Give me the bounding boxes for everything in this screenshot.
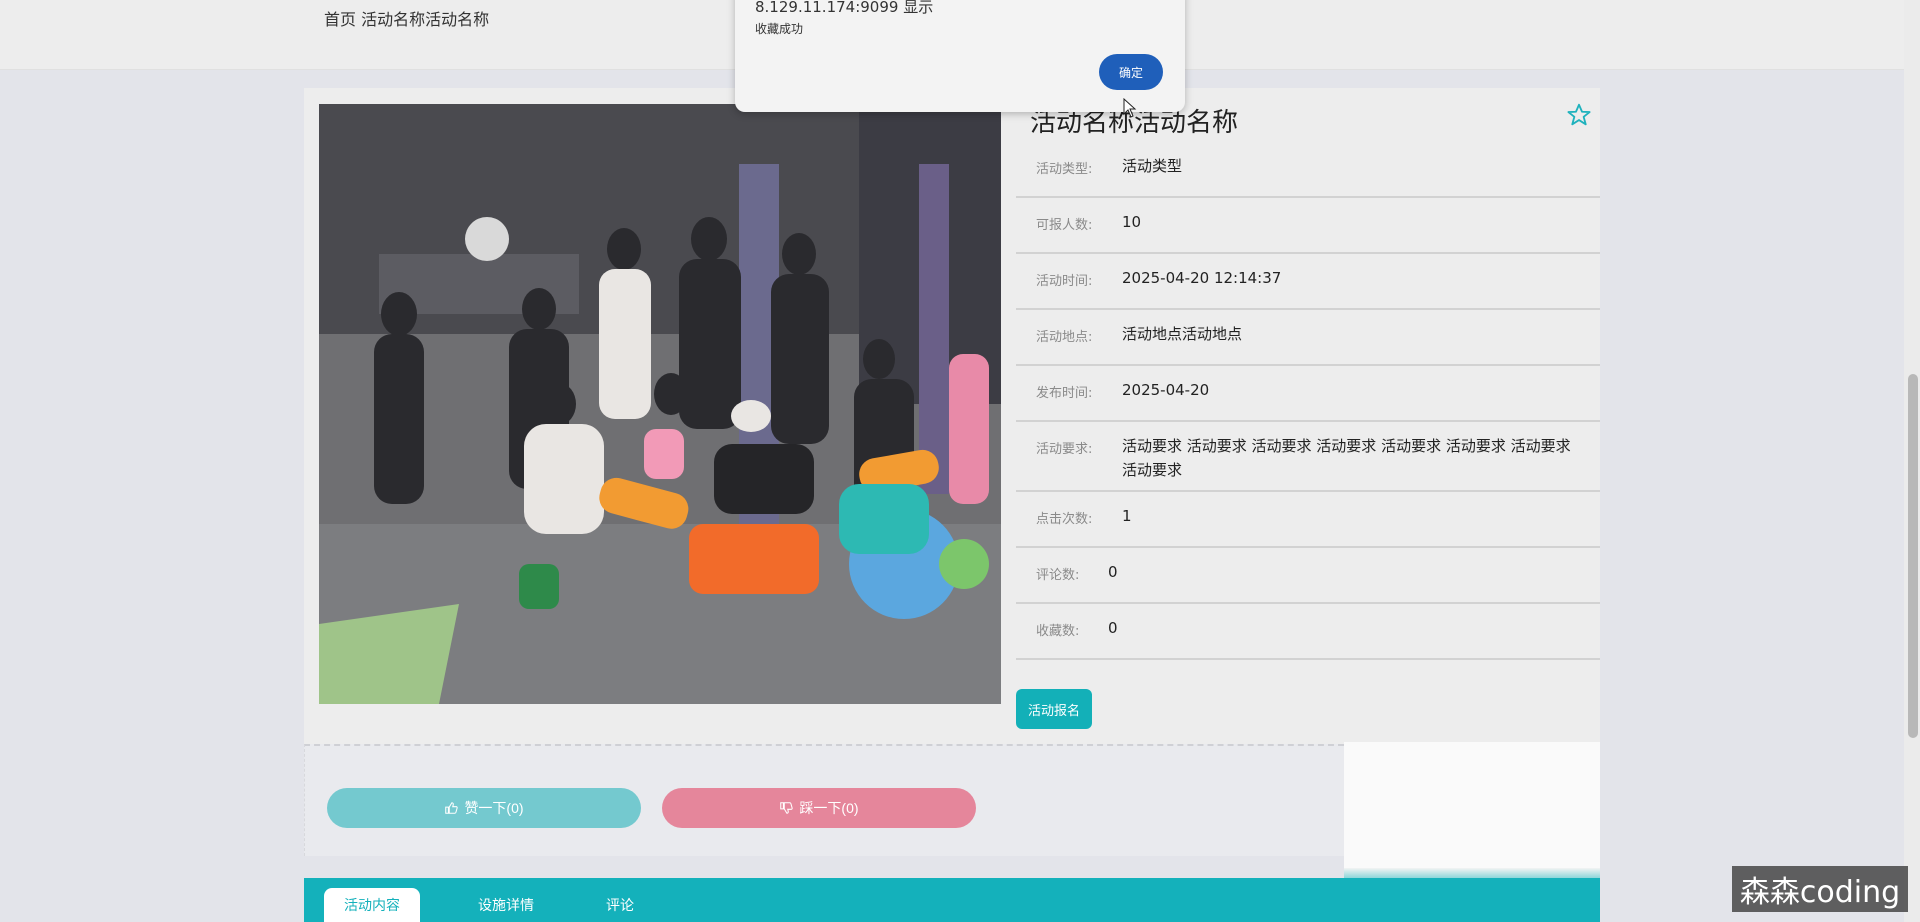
activity-card: 活动名称活动名称 活动类型: 活动类型 可报人数: 10 活动时间: 2025-…: [304, 88, 1600, 744]
field-value: 2025-04-20: [1122, 381, 1210, 399]
alert-dialog: 8.129.11.174:9099 显示 收藏成功 确定: [735, 0, 1185, 112]
field-label: 活动时间:: [1036, 274, 1093, 289]
thumbs-down-icon: [780, 802, 794, 814]
breadcrumb: 首页 活动名称活动名称: [324, 6, 489, 30]
field-click-count: 点击次数: 1: [1016, 492, 1600, 548]
like-button[interactable]: 赞一下(0): [327, 788, 641, 828]
field-value: 2025-04-20 12:14:37: [1122, 269, 1282, 287]
vote-section: 赞一下(0) 踩一下(0): [304, 744, 1344, 856]
field-label: 活动类型:: [1036, 162, 1093, 177]
field-location: 活动地点: 活动地点活动地点: [1016, 310, 1600, 366]
field-label: 活动要求:: [1036, 442, 1093, 457]
field-value: 1: [1122, 507, 1132, 525]
like-label: 赞一下(0): [464, 800, 524, 816]
ok-button[interactable]: 确定: [1099, 54, 1163, 90]
field-value: 10: [1122, 213, 1142, 231]
field-label: 收藏数:: [1036, 624, 1080, 639]
breadcrumb-home[interactable]: 首页: [324, 10, 356, 29]
field-capacity: 可报人数: 10: [1016, 198, 1600, 254]
field-label: 评论数:: [1036, 568, 1080, 583]
dislike-label: 踩一下(0): [799, 800, 859, 816]
field-value: 活动类型: [1122, 157, 1183, 175]
field-activity-time: 活动时间: 2025-04-20 12:14:37: [1016, 254, 1600, 310]
field-label: 可报人数:: [1036, 218, 1093, 233]
detail-fields: 活动类型: 活动类型 可报人数: 10 活动时间: 2025-04-20 12:…: [1016, 142, 1600, 660]
tab-activity-content[interactable]: 活动内容: [324, 888, 420, 922]
tab-facility-details[interactable]: 设施详情: [456, 888, 556, 922]
field-value: 0: [1108, 619, 1118, 637]
signup-button[interactable]: 活动报名: [1016, 689, 1092, 729]
field-requirements: 活动要求: 活动要求 活动要求 活动要求 活动要求 活动要求 活动要求 活动要求…: [1016, 422, 1600, 492]
breadcrumb-current: 活动名称活动名称: [361, 10, 490, 29]
field-comment-count: 评论数: 0: [1016, 548, 1600, 604]
field-value: 0: [1108, 563, 1118, 581]
tab-bar: 活动内容 设施详情 评论: [304, 878, 1600, 922]
field-activity-type: 活动类型: 活动类型: [1016, 142, 1600, 198]
field-label: 活动地点:: [1036, 330, 1093, 345]
field-label: 点击次数:: [1036, 512, 1093, 527]
scrollbar[interactable]: [1904, 0, 1920, 922]
field-favorite-count: 收藏数: 0: [1016, 604, 1600, 660]
activity-info: 活动名称活动名称 活动类型: 活动类型 可报人数: 10 活动时间: 2025-…: [1016, 88, 1600, 748]
activity-photo: [319, 104, 1001, 704]
field-value: 活动地点活动地点: [1122, 325, 1243, 343]
tab-comments[interactable]: 评论: [600, 888, 640, 922]
scroll-thumb[interactable]: [1908, 374, 1918, 738]
field-label: 发布时间:: [1036, 386, 1093, 401]
dislike-button[interactable]: 踩一下(0): [662, 788, 976, 828]
field-value: 活动要求 活动要求 活动要求 活动要求 活动要求 活动要求 活动要求 活动要求: [1122, 437, 1571, 479]
dialog-message: 收藏成功: [755, 22, 804, 36]
mouse-cursor-icon: [1123, 98, 1137, 118]
watermark: 森森coding: [1732, 866, 1908, 912]
blurred-region: [1344, 742, 1600, 878]
dialog-origin: 8.129.11.174:9099 显示: [755, 0, 934, 16]
field-publish-time: 发布时间: 2025-04-20: [1016, 366, 1600, 422]
star-outline-icon[interactable]: [1566, 102, 1592, 128]
thumbs-up-icon: [445, 802, 459, 814]
